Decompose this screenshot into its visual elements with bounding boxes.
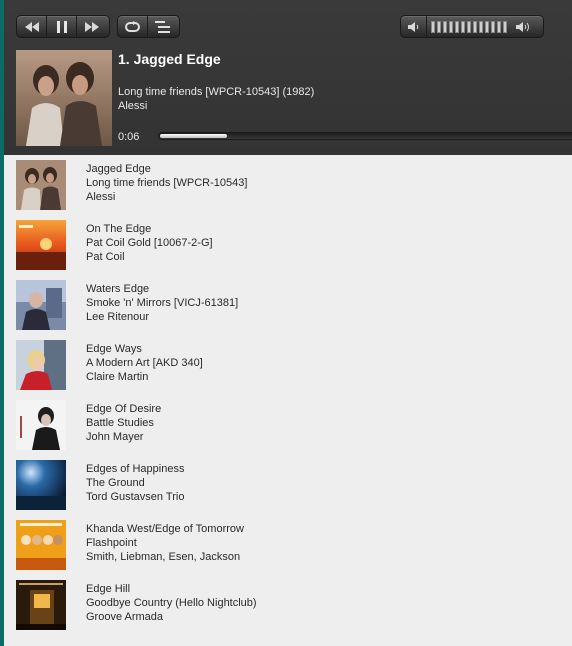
playlist-item[interactable]: Khanda West/Edge of Tomorrow Flashpoint … [4, 515, 572, 575]
rewind-icon [24, 21, 39, 32]
track-album: The Ground [86, 477, 145, 489]
player-panel: 1. Jagged Edge Long time friends [WPCR-1… [4, 0, 572, 155]
album-cover-art [16, 580, 66, 630]
album-cover-art [16, 160, 66, 210]
now-playing-artist: Alessi [118, 100, 148, 112]
album-cover-art [16, 520, 66, 570]
fast-forward-icon [85, 21, 99, 32]
rewind-button[interactable] [17, 16, 47, 37]
repeat-icon [124, 20, 140, 32]
mode-controls [117, 15, 180, 38]
track-album: A Modern Art [AKD 340] [86, 357, 203, 369]
transport-controls [16, 15, 110, 38]
volume-controls [400, 15, 544, 38]
playlist-item[interactable]: Edge Of Desire Battle Studies John Mayer [4, 395, 572, 455]
playlist-button[interactable] [148, 16, 178, 37]
track-title: Jagged Edge [86, 163, 151, 175]
progress-fill [160, 134, 227, 138]
track-artist: Smith, Liebman, Esen, Jackson [86, 551, 241, 563]
track-title: On The Edge [86, 223, 152, 235]
album-cover-art [16, 220, 66, 270]
track-artist: Groove Armada [86, 611, 164, 623]
track-title: Waters Edge [86, 283, 150, 295]
now-playing-cover-art [16, 50, 112, 146]
album-cover-art [16, 460, 66, 510]
now-playing-album: Long time friends [WPCR-10543] (1982) [118, 86, 315, 98]
pause-icon [56, 20, 67, 33]
track-artist: Tord Gustavsen Trio [86, 491, 185, 503]
now-playing-title: 1. Jagged Edge [118, 51, 221, 67]
playlist-item[interactable]: Waters Edge Smoke 'n' Mirrors [VICJ-6138… [4, 275, 572, 335]
track-album: Flashpoint [86, 537, 137, 549]
track-album: Battle Studies [86, 417, 154, 429]
fast-forward-button[interactable] [77, 16, 107, 37]
volume-down-icon [407, 21, 418, 32]
volume-slider[interactable] [427, 16, 511, 37]
playlist-item[interactable]: Edges of Happiness The Ground Tord Gusta… [4, 455, 572, 515]
track-title: Khanda West/Edge of Tomorrow [86, 523, 244, 535]
player-window: 1. Jagged Edge Long time friends [WPCR-1… [4, 0, 572, 646]
repeat-button[interactable] [118, 16, 148, 37]
volume-down-button[interactable] [401, 16, 427, 37]
album-cover-art [16, 280, 66, 330]
track-title: Edge Ways [86, 343, 142, 355]
album-cover-art [16, 340, 66, 390]
playlist-item[interactable]: On The Edge Pat Coil Gold [10067-2-G] Pa… [4, 215, 572, 275]
track-artist: Pat Coil [86, 251, 125, 263]
album-cover-art [16, 400, 66, 450]
track-album: Goodbye Country (Hello Nightclub) [86, 597, 257, 609]
track-title: Edges of Happiness [86, 463, 185, 475]
progress-bar[interactable] [158, 132, 572, 140]
pause-button[interactable] [47, 16, 77, 37]
track-artist: Alessi [86, 191, 116, 203]
track-title: Edge Of Desire [86, 403, 162, 415]
track-title: Edge Hill [86, 583, 131, 595]
track-album: Smoke 'n' Mirrors [VICJ-61381] [86, 297, 239, 309]
track-artist: Claire Martin [86, 371, 149, 383]
track-album: Long time friends [WPCR-10543] [86, 177, 248, 189]
playlist-item[interactable]: Edge Hill Goodbye Country (Hello Nightcl… [4, 575, 572, 635]
playlist-item[interactable]: Edge Ways A Modern Art [AKD 340] Claire … [4, 335, 572, 395]
track-artist: Lee Ritenour [86, 311, 149, 323]
volume-up-button[interactable] [511, 16, 537, 37]
track-album: Pat Coil Gold [10067-2-G] [86, 237, 213, 249]
playlist-icon [155, 20, 170, 33]
elapsed-time: 0:06 [118, 131, 140, 143]
volume-up-icon [516, 21, 529, 32]
track-artist: John Mayer [86, 431, 144, 443]
playlist-item[interactable]: Jagged Edge Long time friends [WPCR-1054… [4, 155, 572, 215]
